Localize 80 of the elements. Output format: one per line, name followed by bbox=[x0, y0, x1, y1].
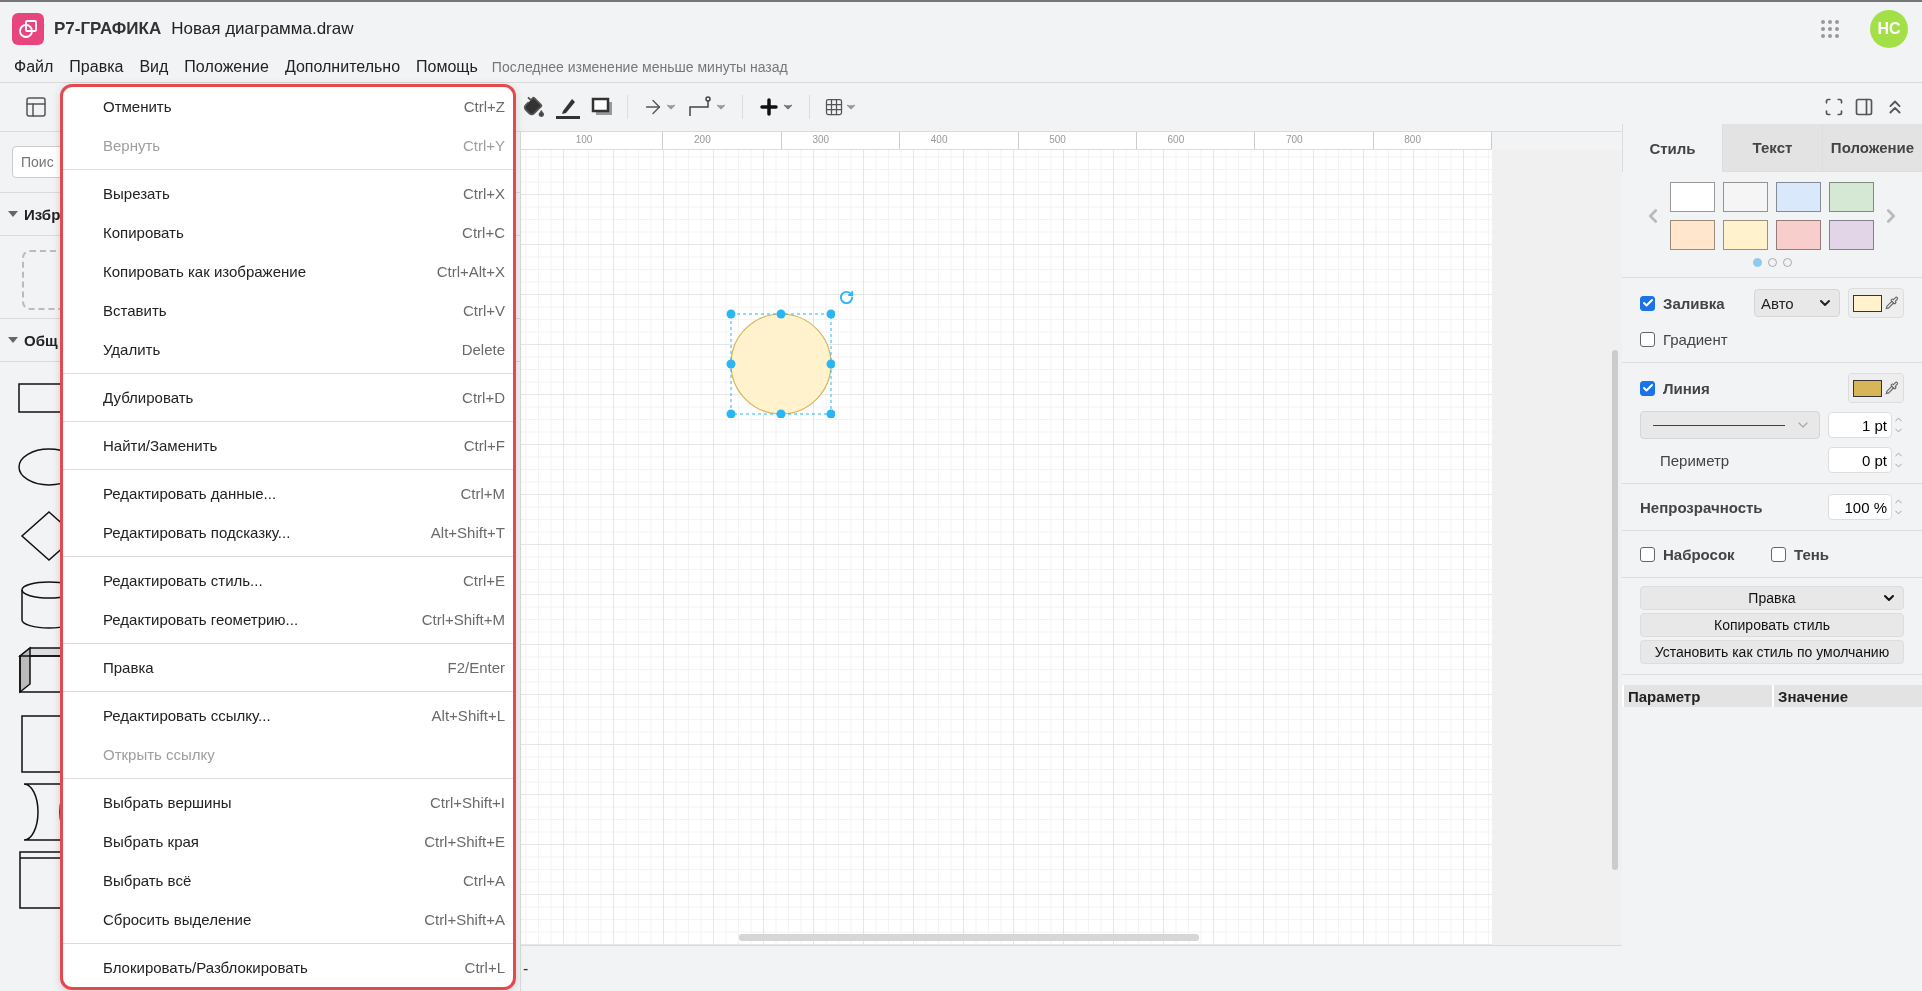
last-change-status: Последнее изменение меньше минуты назад bbox=[491, 59, 788, 75]
vertical-scrollbar[interactable] bbox=[1612, 350, 1618, 870]
menu-option[interactable]: Найти/Заменить Ctrl+F bbox=[63, 426, 513, 465]
line-color-button[interactable] bbox=[1848, 373, 1904, 403]
page-tab-text: - bbox=[523, 959, 529, 978]
style-swatch[interactable] bbox=[1776, 182, 1821, 212]
ruler-label: 600 bbox=[1136, 132, 1256, 149]
menu-option[interactable]: Редактировать подсказку... Alt+Shift+T bbox=[63, 513, 513, 552]
ruler-label: 100 bbox=[545, 132, 664, 149]
table-header: Параметр bbox=[1622, 685, 1772, 707]
menu-option[interactable]: Копировать Ctrl+C bbox=[63, 213, 513, 252]
style-swatch[interactable] bbox=[1670, 182, 1715, 212]
eyedropper-icon bbox=[1885, 381, 1899, 395]
menu-option[interactable]: Выбрать края Ctrl+Shift+E bbox=[63, 822, 513, 861]
option-label: Набросок bbox=[1663, 545, 1736, 563]
edit-style-select[interactable]: Правка bbox=[1640, 586, 1904, 610]
style-button[interactable]: Установить как стиль по умолчанию bbox=[1640, 640, 1904, 664]
perimeter-field[interactable]: 0 pt bbox=[1828, 447, 1892, 473]
horizontal-scrollbar[interactable] bbox=[739, 934, 1199, 941]
table-header: Значение bbox=[1772, 685, 1922, 707]
menu-item[interactable]: Вид bbox=[131, 58, 177, 76]
menu-option[interactable]: Вырезать Ctrl+X bbox=[63, 174, 513, 213]
style-swatch[interactable] bbox=[1723, 182, 1768, 212]
style-swatch[interactable] bbox=[1829, 220, 1874, 250]
menu-item[interactable]: Дополнительно bbox=[276, 58, 409, 76]
menu-option[interactable]: Выбрать вершины Ctrl+Shift+I bbox=[63, 783, 513, 822]
menu-option[interactable]: Правка F2/Enter bbox=[63, 648, 513, 687]
menu-item[interactable]: Положение bbox=[176, 58, 277, 76]
opacity-label: Непрозрачность bbox=[1640, 498, 1763, 516]
style-swatch[interactable] bbox=[1670, 220, 1715, 250]
style-swatch[interactable] bbox=[1776, 220, 1821, 250]
app-name: Р7-ГРАФИКА bbox=[54, 19, 162, 39]
panel-tab[interactable]: Текст bbox=[1722, 124, 1822, 172]
gradient-label: Градиент bbox=[1663, 330, 1728, 348]
checkbox[interactable] bbox=[1771, 546, 1786, 562]
checkbox[interactable] bbox=[1640, 546, 1655, 562]
panel-tab[interactable]: Стиль bbox=[1622, 124, 1722, 172]
document-title: Новая диаграмма.draw bbox=[171, 19, 354, 39]
fill-mode-select[interactable]: Авто bbox=[1754, 289, 1840, 317]
menu-item[interactable]: Помощь bbox=[408, 58, 486, 76]
ruler-label: 700 bbox=[1255, 132, 1374, 149]
logo-icon bbox=[12, 13, 44, 45]
menu-option[interactable]: Вставить Ctrl+V bbox=[63, 291, 513, 330]
panel-tab[interactable]: Положение bbox=[1822, 124, 1922, 172]
menu-option[interactable]: Выбрать всё Ctrl+A bbox=[63, 861, 513, 900]
rotate-handle-icon[interactable] bbox=[839, 290, 854, 305]
ruler-label: 300 bbox=[781, 132, 901, 149]
fill-color-icon[interactable] bbox=[521, 94, 547, 120]
checkbox[interactable] bbox=[1640, 380, 1655, 396]
style-swatch[interactable] bbox=[1829, 182, 1874, 212]
menu-item[interactable]: Файл bbox=[6, 58, 62, 76]
menu-option[interactable]: Отменить Ctrl+Z bbox=[63, 87, 513, 126]
menu-option[interactable]: Редактировать ссылку... Alt+Shift+L bbox=[63, 696, 513, 735]
ruler-label: 400 bbox=[900, 132, 1019, 149]
line-width-field[interactable]: 1 pt bbox=[1828, 412, 1892, 438]
menu-option[interactable]: Блокировать/Разблокировать Ctrl+L bbox=[63, 948, 513, 987]
menu-option[interactable]: Удалить Delete bbox=[63, 330, 513, 369]
eyedropper-icon bbox=[1885, 296, 1899, 310]
menu-option[interactable]: Редактировать данные... Ctrl+M bbox=[63, 474, 513, 513]
menu-option[interactable]: Копировать как изображение Ctrl+Alt+X bbox=[63, 252, 513, 291]
ruler-label: 200 bbox=[663, 132, 782, 149]
fill-color-button[interactable] bbox=[1848, 288, 1904, 318]
fill-label: Заливка bbox=[1663, 294, 1725, 312]
style-button[interactable]: Копировать стиль bbox=[1640, 613, 1904, 637]
checkbox[interactable] bbox=[1640, 331, 1655, 347]
menu-option[interactable]: Дублировать Ctrl+D bbox=[63, 378, 513, 417]
page-dot[interactable] bbox=[1752, 258, 1762, 267]
ruler-label: 500 bbox=[1018, 132, 1137, 149]
menu-item[interactable]: Правка bbox=[61, 58, 132, 76]
ruler-label: 800 bbox=[1373, 132, 1492, 149]
opacity-field[interactable]: 100 % bbox=[1828, 494, 1892, 520]
style-swatch[interactable] bbox=[1723, 220, 1768, 250]
menu-option[interactable]: Сбросить выделение Ctrl+Shift+A bbox=[63, 900, 513, 939]
checkbox[interactable] bbox=[1640, 295, 1655, 311]
menu-option[interactable]: Редактировать геометрию... Ctrl+Shift+M bbox=[63, 600, 513, 639]
menu-option[interactable]: Редактировать стиль... Ctrl+E bbox=[63, 561, 513, 600]
line-label: Линия bbox=[1663, 379, 1710, 397]
perimeter-label: Периметр bbox=[1659, 451, 1730, 469]
line-style-select[interactable] bbox=[1640, 411, 1820, 439]
option-label: Тень bbox=[1794, 545, 1830, 563]
